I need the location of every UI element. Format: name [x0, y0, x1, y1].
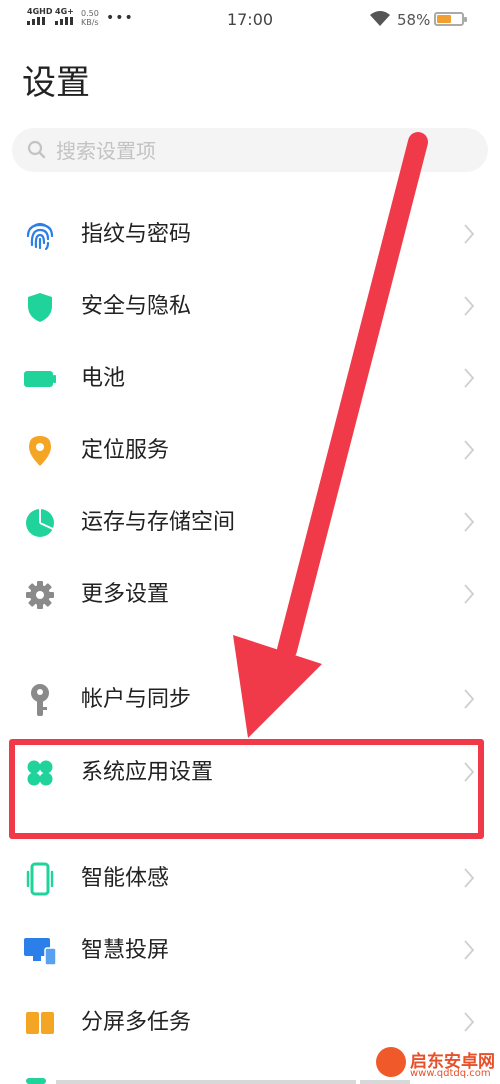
settings-item-more-settings[interactable]: 更多设置	[0, 559, 500, 631]
settings-item-accounts-sync[interactable]: 帐户与同步	[0, 664, 500, 736]
settings-item-label: 更多设置	[81, 582, 170, 607]
battery-percent: 58%	[397, 11, 431, 29]
settings-item-label: 帐户与同步	[81, 687, 192, 712]
settings-item-location[interactable]: 定位服务	[0, 415, 500, 487]
wifi-icon	[370, 11, 390, 26]
settings-item-system-apps[interactable]: 系统应用设置	[0, 737, 500, 809]
settings-item-label: 智慧投屏	[81, 938, 170, 963]
phone-motion-icon	[23, 862, 57, 896]
settings-item-label: 运存与存储空间	[81, 510, 236, 535]
chevron-right-icon	[464, 940, 475, 960]
settings-item-fingerprint-password[interactable]: 指纹与密码	[0, 199, 500, 271]
settings-item-label: 智能体感	[81, 866, 170, 891]
chevron-right-icon	[464, 224, 475, 244]
split-screen-icon	[23, 1007, 57, 1039]
four-leaf-icon	[23, 757, 57, 789]
chevron-right-icon	[464, 368, 475, 388]
battery-icon	[23, 363, 57, 395]
settings-item-memory-storage[interactable]: 运存与存储空间	[0, 487, 500, 559]
watermark: 启东安卓网 www.qdtdq.com	[376, 1047, 500, 1084]
chevron-right-icon	[464, 1012, 475, 1032]
settings-item-label: 指纹与密码	[81, 222, 192, 247]
key-icon	[23, 684, 57, 716]
chevron-right-icon	[464, 512, 475, 532]
status-bar: 4GHD 4G+ 0.50 KB/s ••• 17:00 58%	[0, 0, 500, 40]
gear-icon	[23, 579, 57, 611]
settings-item-smart-motion[interactable]: 智能体感	[0, 843, 500, 915]
shield-icon	[23, 291, 57, 323]
settings-item-label: 电池	[81, 366, 126, 391]
pie-chart-icon	[23, 507, 57, 539]
battery-status-icon	[434, 12, 467, 26]
watermark-logo-icon	[376, 1047, 406, 1077]
settings-item-label: 系统应用设置	[81, 760, 214, 785]
page-title: 设置	[22, 63, 90, 103]
screen-cast-icon	[23, 935, 57, 967]
search-bar[interactable]	[12, 128, 488, 174]
chevron-right-icon	[464, 440, 475, 460]
settings-item-screen-cast[interactable]: 智慧投屏	[0, 915, 500, 987]
search-input[interactable]	[54, 128, 458, 174]
chevron-right-icon	[464, 689, 475, 709]
settings-item-label: 分屏多任务	[81, 1010, 192, 1035]
settings-item-label: 安全与隐私	[81, 294, 192, 319]
settings-item-battery[interactable]: 电池	[0, 343, 500, 415]
chevron-right-icon	[464, 868, 475, 888]
watermark-url: www.qdtdq.com	[410, 1068, 491, 1079]
settings-item-security-privacy[interactable]: 安全与隐私	[0, 271, 500, 343]
settings-item-label: 定位服务	[81, 438, 170, 463]
location-pin-icon	[23, 435, 57, 467]
search-icon	[27, 140, 46, 159]
battery-fill	[437, 15, 451, 23]
chevron-right-icon	[464, 296, 475, 316]
chevron-right-icon	[464, 584, 475, 604]
fingerprint-icon	[23, 219, 57, 251]
chevron-right-icon	[464, 762, 475, 782]
